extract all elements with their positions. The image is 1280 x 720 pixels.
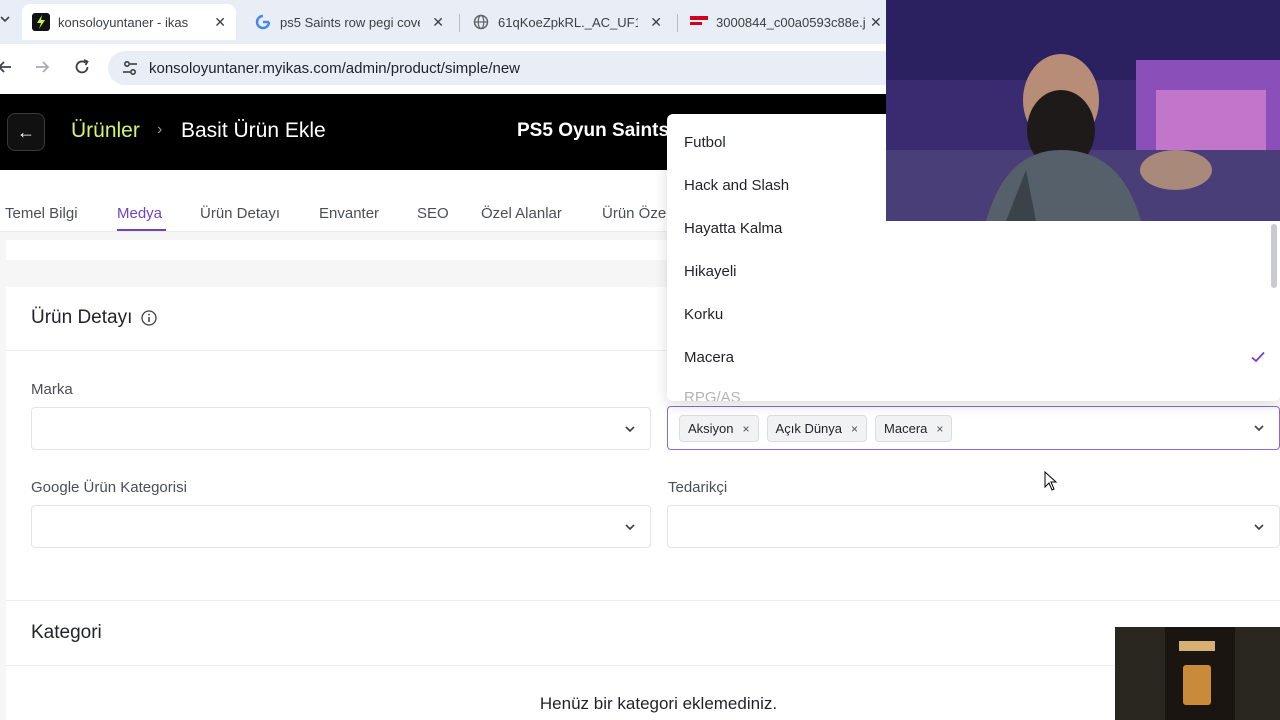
active-tab-underline [117, 229, 166, 231]
tab-title: ps5 Saints row pegi cove [280, 14, 420, 30]
header-back-button[interactable]: ← [7, 113, 45, 151]
dropdown-option[interactable]: Hayatta Kalma [684, 220, 782, 237]
url-text[interactable]: konsoloyuntaner.myikas.com/admin/product… [149, 60, 520, 77]
product-detail-title: Ürün Detayı [31, 307, 158, 329]
chevron-down-icon [624, 520, 636, 532]
dropdown-option[interactable]: Korku [684, 306, 723, 323]
tab-title: konsoloyuntaner - ikas [58, 14, 189, 30]
tab-search-chevron-icon[interactable] [0, 14, 10, 27]
dropdown-option[interactable]: Futbol [684, 134, 726, 151]
ikas-favicon-icon [32, 13, 50, 31]
back-arrow-icon: ← [17, 121, 35, 142]
back-arrow-icon[interactable] [0, 58, 16, 81]
tag-label: Macera [884, 421, 928, 436]
tab-temel-bilgi[interactable]: Temel Bilgi [5, 205, 78, 222]
category-empty-message: Henüz bir kategori eklemediniz. [539, 694, 778, 713]
tab-separator [677, 14, 678, 32]
tab-medya[interactable]: Medya [117, 205, 162, 222]
product-title: PS5 Oyun Saints [517, 120, 670, 141]
supplier-label: Tedarikçi [668, 479, 728, 496]
check-icon [1250, 349, 1266, 365]
game-capture-thumbnail-image [1115, 627, 1280, 720]
close-tab-icon[interactable]: ✕ [870, 14, 882, 31]
close-icon[interactable]: × [851, 422, 858, 436]
google-category-select[interactable] [31, 505, 651, 548]
brand-label: Marka [31, 381, 73, 398]
browser-tab-image[interactable]: 61qKoeZpkRL._AC_UF100 ✕ [464, 4, 674, 40]
chevron-down-icon [1253, 421, 1265, 433]
chevron-down-icon [1253, 520, 1265, 532]
chevron-down-icon [624, 422, 636, 434]
tag-label: Aksiyon [688, 421, 734, 436]
browser-tab-google[interactable]: ps5 Saints row pegi cove ✕ [246, 4, 456, 40]
tab-seo[interactable]: SEO [417, 205, 449, 222]
category-title: Kategori [31, 622, 102, 643]
reload-icon[interactable] [71, 58, 93, 81]
close-tab-icon[interactable]: ✕ [214, 14, 226, 31]
card-divider [6, 665, 1280, 666]
close-icon[interactable]: × [936, 422, 943, 436]
tab-urun-detayi[interactable]: Ürün Detayı [200, 205, 280, 222]
dropdown-option-selected[interactable]: Macera [684, 349, 734, 366]
tag-label: Açık Dünya [775, 421, 843, 436]
supplier-select[interactable] [667, 505, 1280, 548]
site-settings-icon[interactable] [120, 58, 140, 78]
browser-tab-ikas[interactable]: konsoloyuntaner - ikas ✕ [22, 4, 236, 40]
tab-title: 3000844_c00a0593c88e.j [716, 14, 866, 30]
info-icon[interactable] [141, 310, 158, 326]
webcam-overlay-image [886, 0, 1280, 221]
google-favicon-icon [254, 13, 272, 31]
tab-ozel-alanlar[interactable]: Özel Alanlar [481, 205, 562, 222]
tab-separator [459, 14, 460, 32]
dropdown-scrollbar[interactable] [1271, 224, 1277, 288]
breadcrumb-products[interactable]: Ürünler [71, 119, 140, 143]
close-tab-icon[interactable]: ✕ [432, 14, 444, 31]
red-flag-favicon-icon [690, 13, 708, 31]
dropdown-option-partial[interactable]: RPG/AS [684, 389, 741, 401]
dropdown-option[interactable]: Hack and Slash [684, 177, 789, 194]
tab-title: 61qKoeZpkRL._AC_UF100 [498, 14, 638, 30]
browser-tab-jpg[interactable]: 3000844_c00a0593c88e.j [682, 4, 892, 40]
mouse-cursor-icon [1044, 470, 1058, 496]
tab-urun-ozellikleri[interactable]: Ürün Öze [602, 205, 666, 222]
dropdown-option[interactable]: Hikayeli [684, 263, 737, 280]
brand-select[interactable] [31, 407, 651, 450]
globe-favicon-icon [472, 13, 490, 31]
selected-tags: Aksiyon × Açık Dünya × Macera × [679, 415, 953, 442]
forward-arrow-icon[interactable] [31, 58, 53, 81]
tag-chip: Açık Dünya × [766, 415, 868, 442]
tag-chip: Aksiyon × [679, 415, 759, 442]
section-title-text: Ürün Detayı [31, 307, 133, 328]
tab-envanter[interactable]: Envanter [319, 205, 379, 222]
close-icon[interactable]: × [743, 422, 750, 436]
tag-chip: Macera × [875, 415, 953, 442]
close-tab-icon[interactable]: ✕ [650, 14, 662, 31]
breadcrumb-chevron-icon: › [157, 121, 163, 138]
google-category-label: Google Ürün Kategorisi [31, 479, 187, 496]
breadcrumb-current: Basit Ürün Ekle [181, 119, 326, 142]
